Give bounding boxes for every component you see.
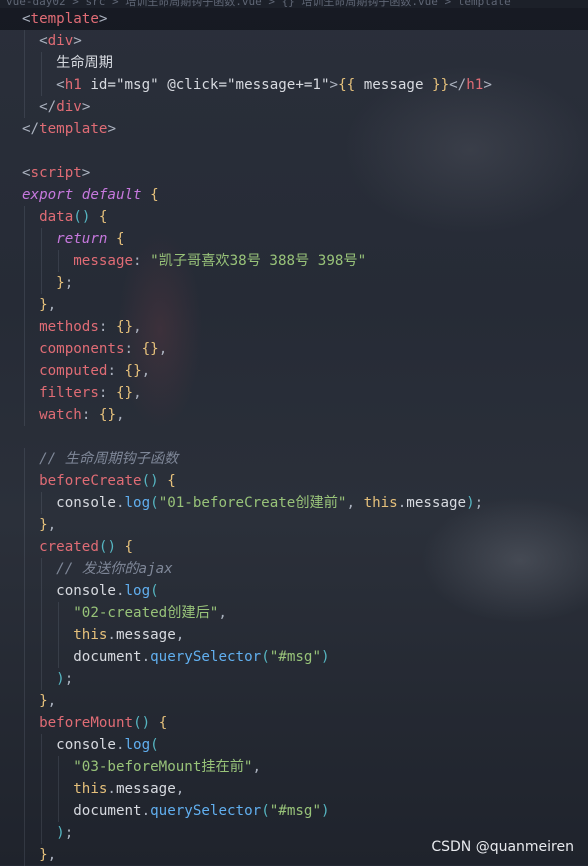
indent-guide — [58, 646, 59, 668]
code-line[interactable]: </div> — [0, 96, 588, 118]
code-line[interactable]: "03-beforeMount挂在前", — [0, 756, 588, 778]
indent-guide — [24, 580, 25, 602]
indent-guide — [41, 646, 42, 668]
code-line[interactable]: console.log( — [0, 734, 588, 756]
code-line[interactable]: filters: {}, — [0, 382, 588, 404]
code-line[interactable]: }, — [0, 294, 588, 316]
code-line[interactable]: this.message, — [0, 778, 588, 800]
indent-guide — [24, 734, 25, 756]
watermark: CSDN @quanmeiren — [431, 839, 574, 855]
code-line[interactable]: this.message, — [0, 624, 588, 646]
code-line[interactable]: console.log( — [0, 580, 588, 602]
indent-guide — [41, 52, 42, 74]
indent-guide — [24, 558, 25, 580]
indent-guide — [24, 602, 25, 624]
indent-guide — [41, 558, 42, 580]
indent-guide — [41, 668, 42, 690]
indent-guide — [41, 492, 42, 514]
code-line[interactable]: watch: {}, — [0, 404, 588, 426]
indent-guide — [24, 382, 25, 404]
indent-guide — [24, 778, 25, 800]
code-line[interactable]: computed: {}, — [0, 360, 588, 382]
code-line[interactable]: <h1 id="msg" @click="message+=1">{{ mess… — [0, 74, 588, 96]
indent-guide — [24, 756, 25, 778]
indent-guide — [24, 30, 25, 52]
code-line[interactable]: }; — [0, 272, 588, 294]
code-line[interactable]: export default { — [0, 184, 588, 206]
indent-guide — [41, 74, 42, 96]
code-line[interactable] — [0, 140, 588, 162]
code-line[interactable]: data() { — [0, 206, 588, 228]
indent-guide — [41, 734, 42, 756]
code-line[interactable]: // 发送你的ajax — [0, 558, 588, 580]
indent-guide — [58, 250, 59, 272]
code-line[interactable]: beforeMount() { — [0, 712, 588, 734]
indent-guide — [24, 404, 25, 426]
indent-guide — [24, 338, 25, 360]
indent-guide — [24, 96, 25, 118]
indent-guide — [41, 580, 42, 602]
indent-guide — [41, 228, 42, 250]
indent-guide — [41, 272, 42, 294]
indent-guide — [41, 800, 42, 822]
code-line[interactable]: }, — [0, 514, 588, 536]
code-editor[interactable]: <template> <div> 生命周期 <h1 id="msg" @clic… — [0, 8, 588, 866]
breadcrumb[interactable]: vue-day02 > src > 培训生命周期钩子函数.vue > {} 培训… — [0, 0, 588, 8]
indent-guide — [24, 492, 25, 514]
indent-guide — [24, 228, 25, 250]
code-line[interactable]: document.querySelector("#msg") — [0, 800, 588, 822]
indent-guide — [41, 624, 42, 646]
code-line[interactable]: </template> — [0, 118, 588, 140]
indent-guide — [41, 250, 42, 272]
indent-guide — [41, 778, 42, 800]
indent-guide — [24, 206, 25, 228]
indent-guide — [24, 272, 25, 294]
indent-guide — [24, 316, 25, 338]
code-line[interactable]: message: "凯子哥喜欢38号 388号 398号" — [0, 250, 588, 272]
indent-guide — [58, 800, 59, 822]
code-line[interactable]: document.querySelector("#msg") — [0, 646, 588, 668]
indent-guide — [41, 602, 42, 624]
code-line[interactable] — [0, 426, 588, 448]
indent-guide — [24, 536, 25, 558]
code-line[interactable]: }, — [0, 690, 588, 712]
indent-guide — [24, 822, 25, 844]
code-line[interactable]: ); — [0, 668, 588, 690]
indent-guide — [24, 360, 25, 382]
code-line[interactable]: components: {}, — [0, 338, 588, 360]
indent-guide — [24, 52, 25, 74]
code-line[interactable]: <div> — [0, 30, 588, 52]
code-line[interactable]: beforeCreate() { — [0, 470, 588, 492]
code-line[interactable]: console.log("01-beforeCreate创建前", this.m… — [0, 492, 588, 514]
code-line[interactable]: // 生命周期钩子函数 — [0, 448, 588, 470]
indent-guide — [58, 778, 59, 800]
indent-guide — [24, 470, 25, 492]
code-line[interactable]: return { — [0, 228, 588, 250]
code-line[interactable]: 生命周期 — [0, 52, 588, 74]
indent-guide — [24, 844, 25, 866]
indent-guide — [58, 624, 59, 646]
indent-guide — [24, 74, 25, 96]
indent-guide — [24, 514, 25, 536]
breadcrumb-text: vue-day02 > src > 培训生命周期钩子函数.vue > {} 培训… — [6, 0, 511, 8]
indent-guide — [58, 756, 59, 778]
indent-guide — [24, 646, 25, 668]
indent-guide — [24, 250, 25, 272]
code-line[interactable]: "02-created创建后", — [0, 602, 588, 624]
indent-guide — [24, 690, 25, 712]
code-line[interactable]: created() { — [0, 536, 588, 558]
indent-guide — [24, 800, 25, 822]
indent-guide — [58, 602, 59, 624]
indent-guide — [24, 624, 25, 646]
code-line[interactable]: <template> — [0, 8, 588, 30]
indent-guide — [24, 294, 25, 316]
indent-guide — [24, 668, 25, 690]
indent-guide — [24, 448, 25, 470]
code-line[interactable]: <script> — [0, 162, 588, 184]
code-line[interactable]: methods: {}, — [0, 316, 588, 338]
indent-guide — [41, 756, 42, 778]
indent-guide — [41, 822, 42, 844]
indent-guide — [24, 712, 25, 734]
